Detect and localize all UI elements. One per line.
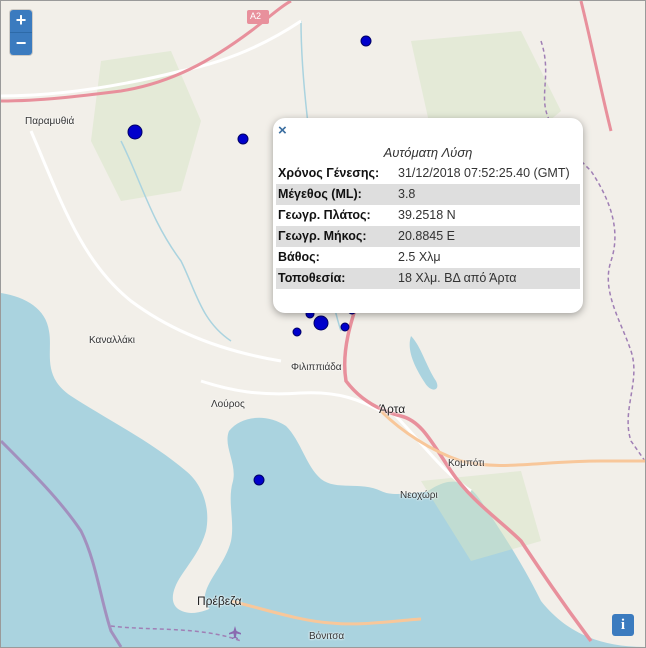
forest-area	[91, 51, 201, 201]
earthquake-marker	[253, 474, 265, 486]
place-label-kanallaki: Καναλλάκι	[89, 335, 135, 346]
zoom-out-button[interactable]: −	[10, 32, 32, 55]
place-label-filippiada: Φιλιππιάδα	[291, 362, 342, 373]
main-road	[579, 1, 613, 132]
earthquake-marker	[313, 315, 329, 331]
origin-time-value: 31/12/2018 07:52:25.40 (GMT)	[398, 166, 570, 180]
info-button[interactable]: i	[612, 614, 634, 636]
table-row: Βάθος: 2.5 Χλμ	[276, 247, 580, 268]
place-label-paramythia: Παραμυθιά	[25, 116, 75, 127]
table-row: Χρόνος Γένεσης: 31/12/2018 07:52:25.40 (…	[276, 163, 580, 184]
place-label-vonitsa: Βόνιτσα	[309, 631, 345, 642]
place-label-kompoti: Κομπότι	[448, 458, 485, 469]
earthquake-popup: × Αυτόματη Λύση Χρόνος Γένεσης: 31/12/20…	[273, 118, 583, 313]
latitude-label: Γεωγρ. Πλάτος:	[278, 208, 371, 222]
longitude-value: 20.8845 E	[396, 226, 580, 247]
map-base-layer[interactable]	[1, 1, 645, 647]
earthquake-marker	[340, 322, 350, 332]
lake-area	[409, 336, 438, 390]
main-road	[379, 409, 645, 467]
magnitude-label: Μέγεθος (ML):	[276, 184, 396, 205]
earthquake-marker	[360, 35, 372, 47]
magnitude-value: 3.8	[396, 184, 580, 205]
earthquake-marker	[127, 124, 143, 140]
earthquake-marker	[292, 327, 302, 337]
road-shield-label: A2	[250, 11, 262, 21]
table-row: Μέγεθος (ML): 3.8	[276, 184, 580, 205]
latitude-value: 39.2518 N	[398, 208, 456, 222]
table-row: Γεωγρ. Μήκος: 20.8845 E	[276, 226, 580, 247]
origin-time-label: Χρόνος Γένεσης:	[278, 166, 380, 180]
location-value: 18 Χλμ. ΒΔ από Άρτα	[396, 268, 580, 289]
zoom-in-button[interactable]: +	[10, 10, 32, 32]
close-icon[interactable]: ×	[278, 123, 287, 138]
popup-details-table: Χρόνος Γένεσης: 31/12/2018 07:52:25.40 (…	[276, 163, 580, 289]
location-label: Τοποθεσία:	[276, 268, 396, 289]
table-row: Γεωγρ. Πλάτος: 39.2518 N	[276, 205, 580, 226]
place-label-arta: Άρτα	[379, 402, 406, 416]
place-label-neochori: Νεοχώρι	[400, 490, 438, 501]
earthquake-marker	[237, 133, 249, 145]
place-label-preveza: Πρέβεζα	[197, 594, 242, 608]
zoom-control: + −	[10, 10, 32, 55]
table-row: Τοποθεσία: 18 Χλμ. ΒΔ από Άρτα	[276, 268, 580, 289]
popup-title: Αυτόματη Λύση	[383, 145, 473, 160]
depth-value: 2.5 Χλμ	[398, 250, 441, 264]
longitude-label: Γεωγρ. Μήκος:	[276, 226, 396, 247]
depth-label: Βάθος:	[278, 250, 320, 264]
sea-area	[1, 293, 645, 647]
map-container[interactable]: A2 Παραμυθιά Καναλλάκι Φιλιππιάδα Λούρος…	[0, 0, 646, 648]
place-label-louros: Λούρος	[211, 399, 245, 410]
